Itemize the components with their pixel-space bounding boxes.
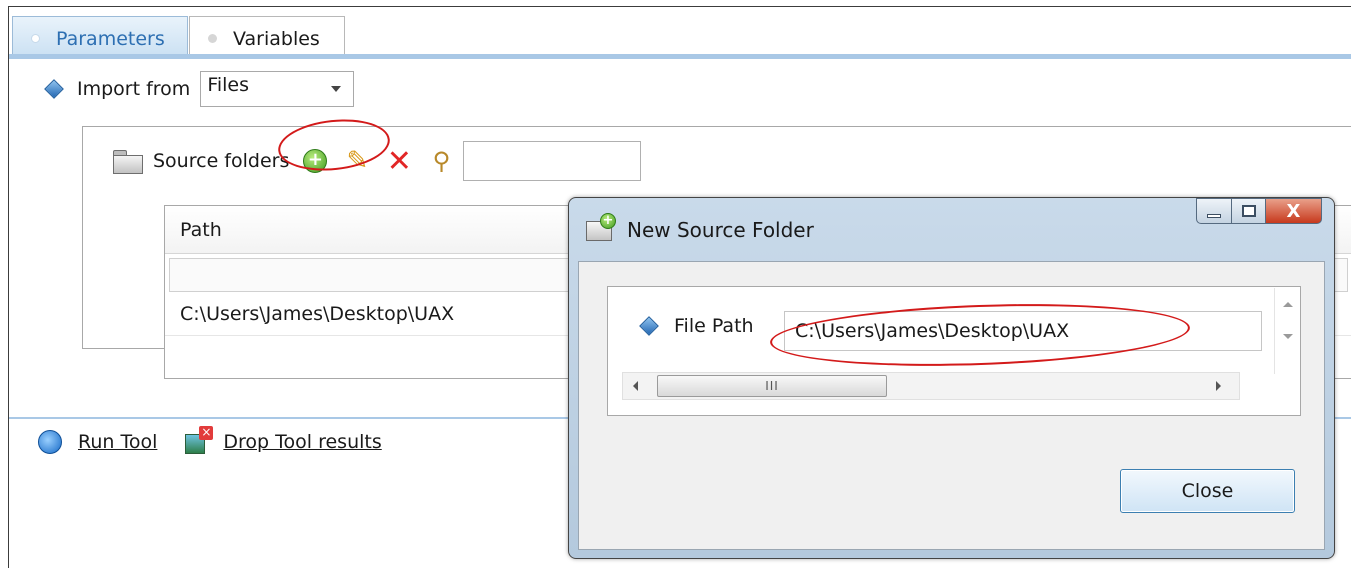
pencil-icon: ✎ [346,146,369,176]
scroll-right-icon[interactable] [1216,381,1221,391]
key-icon: ⚲ [432,147,451,175]
new-source-folder-dialog: + New Source Folder X File Path C:\Users… [568,197,1335,559]
import-row: Import from Files [44,71,355,107]
scroll-left-icon[interactable] [633,381,638,391]
path-cell: C:\Users\James\Desktop\UAX [180,302,455,325]
scroll-down-icon[interactable] [1283,334,1293,339]
window-controls: X [1196,198,1322,224]
diamond-bullet-icon [44,79,64,99]
drop-results-icon [185,426,214,456]
tab-label: Variables [233,27,320,50]
file-path-field[interactable]: C:\Users\James\Desktop\UAX [784,311,1262,351]
tab-bar: Parameters Variables [9,6,1351,60]
source-folders-label: Source folders [153,150,290,172]
add-icon: + [303,149,328,173]
file-path-label: File Path [674,315,754,337]
horizontal-scrollbar[interactable]: III [622,372,1240,400]
run-gear-icon [38,430,62,454]
file-path-box: File Path C:\Users\James\Desktop\UAX III [607,286,1301,416]
tab-dot-icon [31,34,40,43]
scroll-thumb[interactable]: III [657,375,887,397]
vertical-scrollbar[interactable] [1274,288,1300,374]
window-close-button[interactable]: X [1266,198,1322,224]
edit-folder-button[interactable]: ✎ [341,145,373,177]
tab-label: Parameters [56,27,165,50]
action-links: Run Tool Drop Tool results [38,426,382,456]
add-folder-button[interactable]: + [299,145,331,177]
new-folder-icon: + [586,213,620,243]
scroll-up-icon[interactable] [1283,302,1293,307]
source-filter-input[interactable] [463,141,642,181]
file-path-value: C:\Users\James\Desktop\UAX [795,320,1070,342]
find-button[interactable]: ⚲ [425,145,457,177]
file-path-row: File Path [639,315,754,337]
import-select[interactable]: Files [200,71,355,107]
run-tool-link[interactable]: Run Tool [78,431,157,453]
diamond-bullet-icon [639,316,659,336]
maximize-icon [1241,205,1256,217]
drop-tool-results-link[interactable]: Drop Tool results [223,431,381,453]
delete-folder-button[interactable]: ✕ [383,143,415,179]
dialog-body: File Path C:\Users\James\Desktop\UAX III… [578,261,1325,550]
minimize-icon [1207,214,1221,218]
delete-icon: ✕ [386,143,412,179]
dialog-title: New Source Folder [627,218,814,242]
close-button[interactable]: Close [1120,469,1295,513]
minimize-button[interactable] [1196,198,1232,224]
chevron-down-icon[interactable] [319,72,353,106]
close-icon: X [1286,200,1301,222]
import-label: Import from [77,78,191,100]
folder-icon [113,150,143,174]
source-folders-toolbar: Source folders + ✎ ✕ ⚲ [113,141,642,181]
grip-icon: III [765,379,779,393]
import-select-value: Files [207,74,250,96]
tab-dot-icon [208,34,217,43]
maximize-button[interactable] [1232,198,1266,224]
